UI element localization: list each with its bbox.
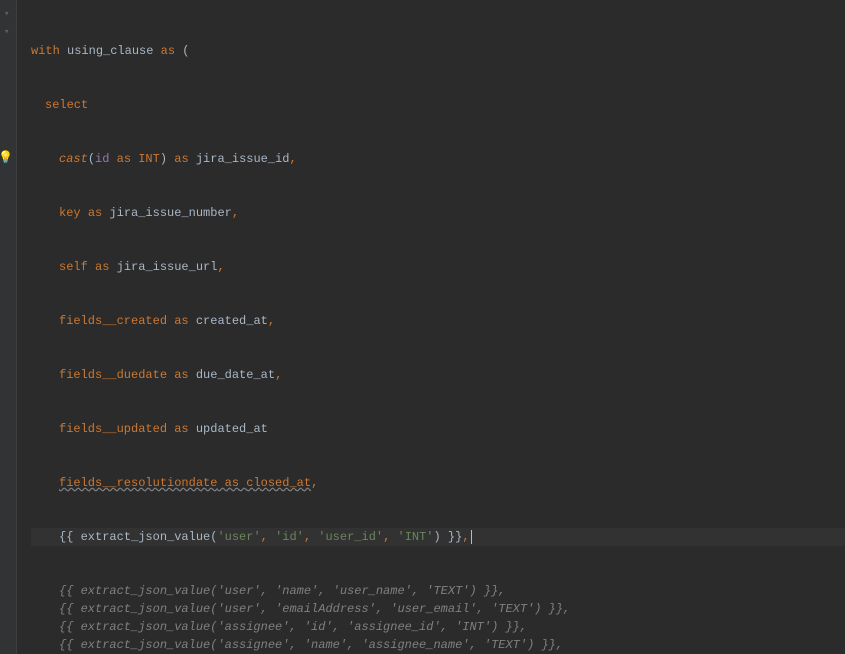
code-line: {{ extract_json_value('assignee', 'name'…	[31, 636, 845, 654]
code-line: cast(id as INT) as jira_issue_id,	[31, 150, 845, 168]
code-line: fields__updated as updated_at	[31, 420, 845, 438]
code-line-current: {{ extract_json_value('user', 'id', 'use…	[31, 528, 845, 546]
code-line: with using_clause as (	[31, 42, 845, 60]
fold-marker-icon[interactable]	[4, 28, 13, 37]
code-line: fields__duedate as due_date_at,	[31, 366, 845, 384]
code-line: {{ extract_json_value('assignee', 'id', …	[31, 618, 845, 636]
fold-marker-icon[interactable]	[4, 10, 13, 19]
code-line: fields__created as created_at,	[31, 312, 845, 330]
code-line: self as jira_issue_url,	[31, 258, 845, 276]
code-line: {{ extract_json_value('user', 'name', 'u…	[31, 582, 845, 600]
code-line: fields__resolutiondate as closed_at,	[31, 474, 845, 492]
code-editor[interactable]: with using_clause as ( select cast(id as…	[17, 0, 845, 654]
text-caret	[471, 530, 472, 544]
editor-gutter: 💡	[0, 0, 17, 654]
code-line: select	[31, 96, 845, 114]
intention-bulb-icon[interactable]: 💡	[0, 152, 11, 165]
code-line: {{ extract_json_value('user', 'emailAddr…	[31, 600, 845, 618]
code-line: key as jira_issue_number,	[31, 204, 845, 222]
